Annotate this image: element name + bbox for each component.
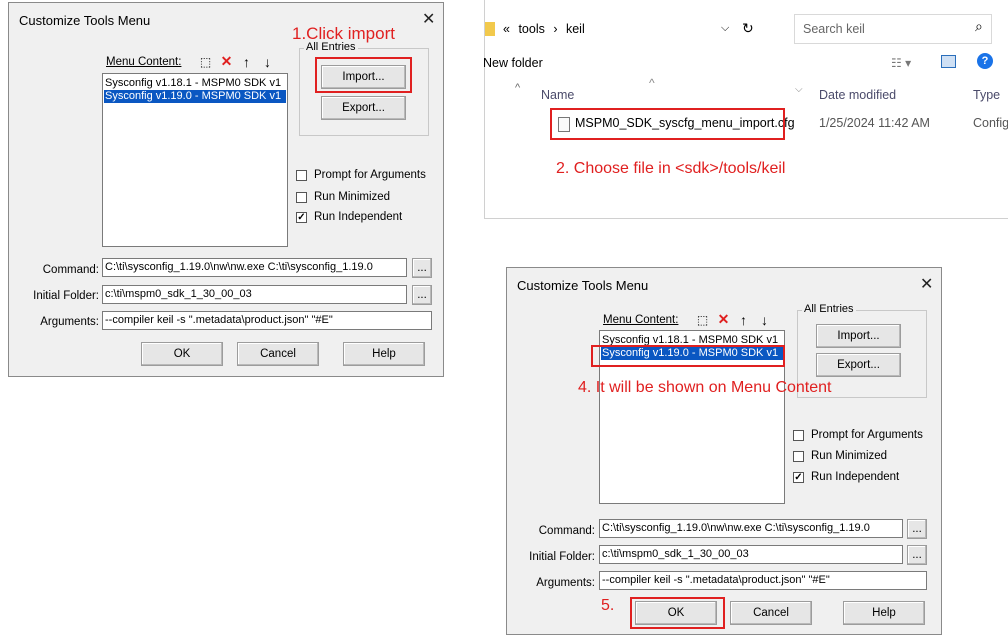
step4-annotation: 4. It will be shown on Menu Content [578,379,832,396]
breadcrumb-separator: › [553,22,558,36]
collapse-icon[interactable]: ^ [515,82,520,94]
minimized-label: Run Minimized [314,191,391,203]
view-options-icon[interactable]: ☷ ▾ [891,56,911,70]
prompt-checkbox[interactable] [296,170,307,181]
dialog-title: Customize Tools Menu [19,13,151,28]
customize-tools-dialog-2: Customize Tools Menu ✕ Menu Content: ⬚ ✕… [506,267,942,635]
column-type[interactable]: Type [973,88,1000,102]
export-button[interactable]: Export... [321,96,406,120]
move-down-icon[interactable]: ↓ [259,53,276,70]
move-up-icon[interactable]: ↑ [238,53,255,70]
menu-content-label: Menu Content: [603,314,679,326]
search-icon[interactable]: ⌕ [975,18,983,35]
file-highlight-box [550,108,785,140]
ok-button[interactable]: OK [141,342,223,366]
command-browse-button[interactable]: ... [907,519,927,539]
independent-checkbox[interactable]: ✓ [793,472,804,483]
sort-icon: ^ [649,76,655,90]
help-button[interactable]: Help [343,342,425,366]
step5-annotation: 5. [601,597,615,614]
initial-folder-label: Initial Folder: [529,551,595,563]
breadcrumb-keil[interactable]: keil [566,22,585,36]
menu-content-list[interactable]: Sysconfig v1.18.1 - MSPM0 SDK v1 Sysconf… [102,73,288,247]
list-item-selected[interactable]: Sysconfig v1.19.0 - MSPM0 SDK v1 [104,90,286,103]
command-browse-button[interactable]: ... [412,258,432,278]
independent-checkbox[interactable]: ✓ [296,212,307,223]
cancel-button[interactable]: Cancel [730,601,812,625]
new-item-icon[interactable]: ⬚ [197,53,214,70]
new-item-icon[interactable]: ⬚ [694,311,711,328]
import-highlight-box [315,57,412,93]
command-label: Command: [538,525,595,537]
file-date: 1/25/2024 11:42 AM [819,116,930,130]
column-name[interactable]: Name [541,88,574,102]
close-icon[interactable]: ✕ [920,274,933,294]
minimized-checkbox[interactable] [296,192,307,203]
help-icon[interactable]: ? [977,53,993,69]
help-button[interactable]: Help [843,601,925,625]
all-entries-label: All Entries [802,303,856,315]
step2-annotation: 2. Choose file in <sdk>/tools/keil [556,160,786,177]
initial-folder-label: Initial Folder: [33,290,99,302]
arguments-label: Arguments: [40,316,99,328]
column-divider: ⌵ [795,84,803,95]
minimized-checkbox[interactable] [793,451,804,462]
menu-item-highlight-box [591,345,785,367]
folder-browse-button[interactable]: ... [412,285,432,305]
ok-highlight-box [630,597,725,629]
file-type: Configu [973,116,1008,130]
breadcrumb-tools[interactable]: tools [518,22,544,36]
column-date[interactable]: Date modified [819,88,896,102]
close-icon[interactable]: ✕ [422,9,435,29]
breadcrumb-overflow[interactable]: « [503,22,510,36]
chevron-down-icon[interactable]: ⌵ [721,22,729,35]
command-field[interactable]: C:\ti\sysconfig_1.19.0\nw\nw.exe C:\ti\s… [102,258,407,277]
prompt-checkbox[interactable] [793,430,804,441]
command-label: Command: [42,264,99,276]
prompt-label: Prompt for Arguments [314,169,426,181]
prompt-label: Prompt for Arguments [811,429,923,441]
independent-label: Run Independent [314,211,403,223]
delete-icon[interactable]: ✕ [715,311,732,328]
delete-icon[interactable]: ✕ [218,53,235,70]
breadcrumb: « tools › keil [503,22,585,44]
search-input[interactable]: Search keil [794,14,992,44]
new-folder-button[interactable]: New folder [483,56,543,70]
menu-content-label: Menu Content: [106,56,182,68]
preview-pane-icon[interactable] [941,55,956,68]
arguments-field[interactable]: --compiler keil -s ".metadata\product.js… [102,311,432,330]
folder-icon [485,22,495,36]
export-button[interactable]: Export... [816,353,901,377]
import-button[interactable]: Import... [816,324,901,348]
step1-annotation: 1.Click import [292,24,395,43]
list-item[interactable]: Sysconfig v1.18.1 - MSPM0 SDK v1 [104,77,286,90]
move-up-icon[interactable]: ↑ [735,311,752,328]
command-field[interactable]: C:\ti\sysconfig_1.19.0\nw\nw.exe C:\ti\s… [599,519,903,538]
cancel-button[interactable]: Cancel [237,342,319,366]
initial-folder-field[interactable]: c:\ti\mspm0_sdk_1_30_00_03 [102,285,407,304]
move-down-icon[interactable]: ↓ [756,311,773,328]
arguments-field[interactable]: --compiler keil -s ".metadata\product.js… [599,571,927,590]
dialog-title: Customize Tools Menu [517,278,649,293]
minimized-label: Run Minimized [811,450,888,462]
initial-folder-field[interactable]: c:\ti\mspm0_sdk_1_30_00_03 [599,545,903,564]
independent-label: Run Independent [811,471,900,483]
refresh-icon[interactable]: ↻ [742,20,754,37]
arguments-label: Arguments: [536,577,595,589]
folder-browse-button[interactable]: ... [907,545,927,565]
